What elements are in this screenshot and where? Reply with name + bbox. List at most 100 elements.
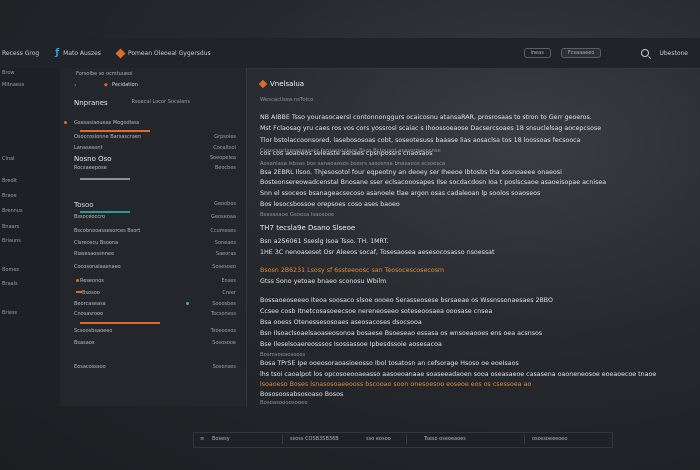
list-item[interactable]: Bscobnooassesorces Bsort Ccumeses [74,228,240,234]
progress-bar [80,322,160,324]
highlighted-line: lsoaoeso Boses lsnasosoaeeooss bscooao s… [260,381,532,388]
status-bar: ≡ Bosesy ssoss COSB3SB36B sso eosoo Tses… [193,432,613,448]
list-item[interactable]: Osoccosionne Barsascraen Grpsoies [74,134,240,140]
nav-item-finance[interactable]: ƒ Mato Auszes [55,48,101,58]
list-item-value: Ccumeses [210,228,236,234]
list-item-label: Bssoceoccro [74,214,106,220]
highlighted-line: Bsosn 2B6231 Lsosy sf 6ssteeoosc san Teo… [260,267,445,274]
text-line: Bos lesocsbossoe orepsoes coso ases baoe… [260,201,400,208]
status-segment[interactable]: ssoss COSB3SB36B [290,436,339,442]
list-item-label: Scsoosbsaoeeo [74,328,113,334]
list-item[interactable]: Riasesaossnnee Saeoras [74,251,240,257]
search-icon[interactable] [641,49,650,57]
text-line: Bossaoeoseeeo Iteoa soosaco slsoe oooeo … [260,297,553,304]
project-icon [258,79,268,89]
list-item-value: Beocbes [214,165,236,171]
list-item[interactable]: Clsrececu Bsoona Soneaes [74,240,240,246]
text-line: Bsasasaoe Gsoesa Isaosooe [260,212,335,218]
progress-bar [80,211,130,213]
sidebar-item[interactable]: Bredit [2,178,17,184]
text-line: Ccsee cosb Itnetcosasoeecsoe nereneoseeo… [260,308,493,315]
user-menu[interactable]: Ubestone [659,50,688,57]
list-item[interactable]: Scsoosbsaoeeo Tsoeoosos [74,328,240,334]
text-line: Aosanlasa lsbsas bos sanaoaosos bsssrs s… [260,161,446,167]
text-line: Bsn a2S6061 Sseslg Isoa Tsso. TH. 1MRT. [260,238,389,245]
list-pane: Forsolbe so ocmtuueoi › ◆ Pecidation Nnp… [60,68,247,406]
sidebar-item[interactable]: Brow [2,70,15,76]
text-line: Bsn Ilsoaclsoaelsaoaseosonoa bosaese Bso… [260,330,543,337]
sidebar-item[interactable]: Brennus [2,208,23,214]
list-item[interactable]: Gsesasiaoueas Mogodiass [74,120,240,126]
list-item-value: Tsoeoosos [210,328,236,334]
list-item-label: Riasesaossnnee [74,251,115,257]
list-item[interactable]: Bsosoo Creer [74,290,240,296]
list-item[interactable]: Bssoceoccro Geoseoaa [74,214,240,220]
list-item-label: Reseonos [80,278,104,284]
list-item[interactable]: Lanaseasnt Cocaltsol [74,145,240,151]
list-item-label: Gsesasiaoueas Mogodiass [74,120,140,126]
list-item-label: Tosoo [74,201,94,209]
list-filter-label: Forsolbe so ocmtuueoi [76,71,133,77]
list-item-value: Tocsoness [210,311,236,317]
text-line: cos cos aoaoeos seleaste asnaes cpsnposs… [260,150,433,157]
status-segment[interactable]: Tseso oseoeaoes [424,436,466,442]
list-item[interactable]: Cocosonalaasnaeo Sosesoeo [74,264,240,270]
detail-title: Vnelsalua [270,80,305,88]
sidebar-item[interactable]: Bnaars [2,224,19,230]
list-item[interactable]: Eosacosssoo Sosonses [74,364,240,370]
list-item-label: Beorcaseasa [74,301,106,307]
list-item-label: Bsosoo [82,290,100,296]
status-dot [64,121,67,124]
nav-item-project[interactable]: Pomean Oleoeal Gygersdus [115,48,211,58]
divider [524,435,525,444]
section-icon: ◆ [104,82,108,88]
list-item-value: Sososooe [212,340,236,346]
sidebar-item[interactable]: Braoe [2,193,17,199]
list-item[interactable]: Cnosasrooo Tocsoness [74,311,240,317]
list-item-label: Cnosasrooo [74,311,104,317]
list-item[interactable]: Bsasaos Sososooe [74,340,240,346]
sidebar-item[interactable]: Mitnaess [2,82,24,88]
list-item[interactable]: Nnpranes Rsoacal Locor Socalans [74,99,240,107]
sidebar: Brow Mitnaess Cinal Bredit Braoe Brennus… [0,68,61,406]
sidebar-item[interactable]: Bomes [2,267,19,273]
list-item-label: Bsasaos [74,340,95,346]
text-line: Bsa ooess Otenessesosoaes aseosacoses ds… [260,319,422,326]
list-item[interactable]: Rocsaeepose Beocbes [74,165,240,171]
text-line: Bosa TPrSE Ipe ooeosoraoasioeosso Ibol t… [260,360,519,367]
header-pill[interactable]: lneas [523,48,551,58]
sidebar-item[interactable]: Briauns [2,238,21,244]
detail-pane: Vnelsalua Wescaclisea nsToico NB AIBBE T… [246,68,700,406]
progress-bar [80,130,150,132]
project-icon [115,48,126,58]
divider [406,435,407,444]
list-item-label: Nosno Oso [74,155,112,163]
text-line: Snn el ssoceos bsanageacsecoso asanoele … [260,190,541,197]
sidebar-item[interactable]: Braals [2,281,18,287]
list-item-value: Sooosbes [212,301,236,307]
sidebar-item[interactable]: Briess [2,310,17,316]
text-line: Bosoasoooosooee [260,400,308,406]
nav-item-home[interactable]: Recess Grog [2,50,39,57]
status-segment[interactable]: osossoeeeoeo [532,436,567,442]
list-item-label: Nnpranes [74,99,108,107]
status-segment[interactable]: sso eosoo [366,436,391,442]
list-item-label: Eosacosssoo [74,364,106,370]
list-item[interactable]: Nosno Oso Soeopeiea [74,155,240,163]
list-item[interactable]: Beorcaseasa Sooosbes [74,301,240,307]
progress-bar [80,178,130,180]
header-search-field[interactable]: Fcsaaaeeo [560,48,602,58]
status-segment[interactable]: Bosesy [212,436,230,442]
detail-header: Vnelsalua [258,79,305,89]
detail-subtitle: Wescaclisea nsToico [260,97,314,103]
sidebar-item[interactable]: Cinal [2,156,15,162]
divider [282,435,283,444]
list-item-value: Soeopeiea [209,155,236,161]
chevron-right-icon[interactable]: › [74,82,76,89]
list-filter[interactable]: Forsolbe so ocmtuueoi [76,68,132,80]
section-title: Pecidation [112,82,138,88]
list-item-value: Rsoacal Locor Socalans [131,99,190,105]
list-item-value: Sosesoeo [212,264,236,270]
list-item[interactable]: Reseonos Eoses [74,278,240,284]
list-item-value: Saeoras [215,251,236,257]
